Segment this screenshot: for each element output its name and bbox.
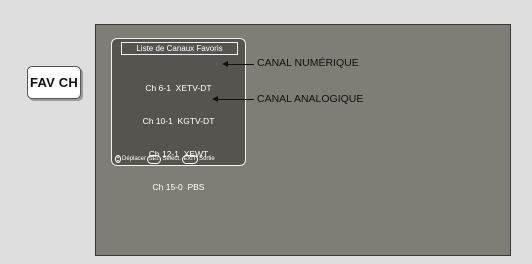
menu-footer: Déplacer SEL Sélect. EXIT Sortie [115, 154, 244, 164]
up-down-arrows-icon [115, 155, 121, 163]
fav-ch-remote-button[interactable]: FAV CH [27, 66, 81, 99]
analog-channel-arrow [212, 96, 254, 102]
sel-key-icon: SEL [147, 154, 162, 164]
channel-list: Ch 6-1 XETV-DT Ch 10-1 KGTV-DT Ch 12-1 X… [112, 61, 245, 215]
digital-channel-callout: CANAL NUMÉRIQUE [257, 57, 359, 69]
digital-channel-arrow [222, 61, 254, 67]
exit-label: Sortie [199, 156, 215, 162]
favorites-menu-panel: Liste de Canaux Favoris Ch 6-1 XETV-DT C… [111, 38, 246, 192]
analog-channel-callout: CANAL ANALOGIQUE [257, 93, 364, 105]
channel-item[interactable]: Ch 6-1 XETV-DT [112, 83, 245, 94]
channel-item[interactable]: Ch 10-1 KGTV-DT [112, 116, 245, 127]
exit-key-icon: EXIT [181, 154, 198, 164]
fav-ch-label: FAV CH [30, 75, 78, 90]
select-label: Sélect. [162, 156, 181, 162]
channel-item[interactable]: Ch 15-0 PBS [112, 182, 245, 193]
favorites-menu-title: Liste de Canaux Favoris [121, 42, 238, 55]
move-label: Déplacer [122, 156, 147, 162]
